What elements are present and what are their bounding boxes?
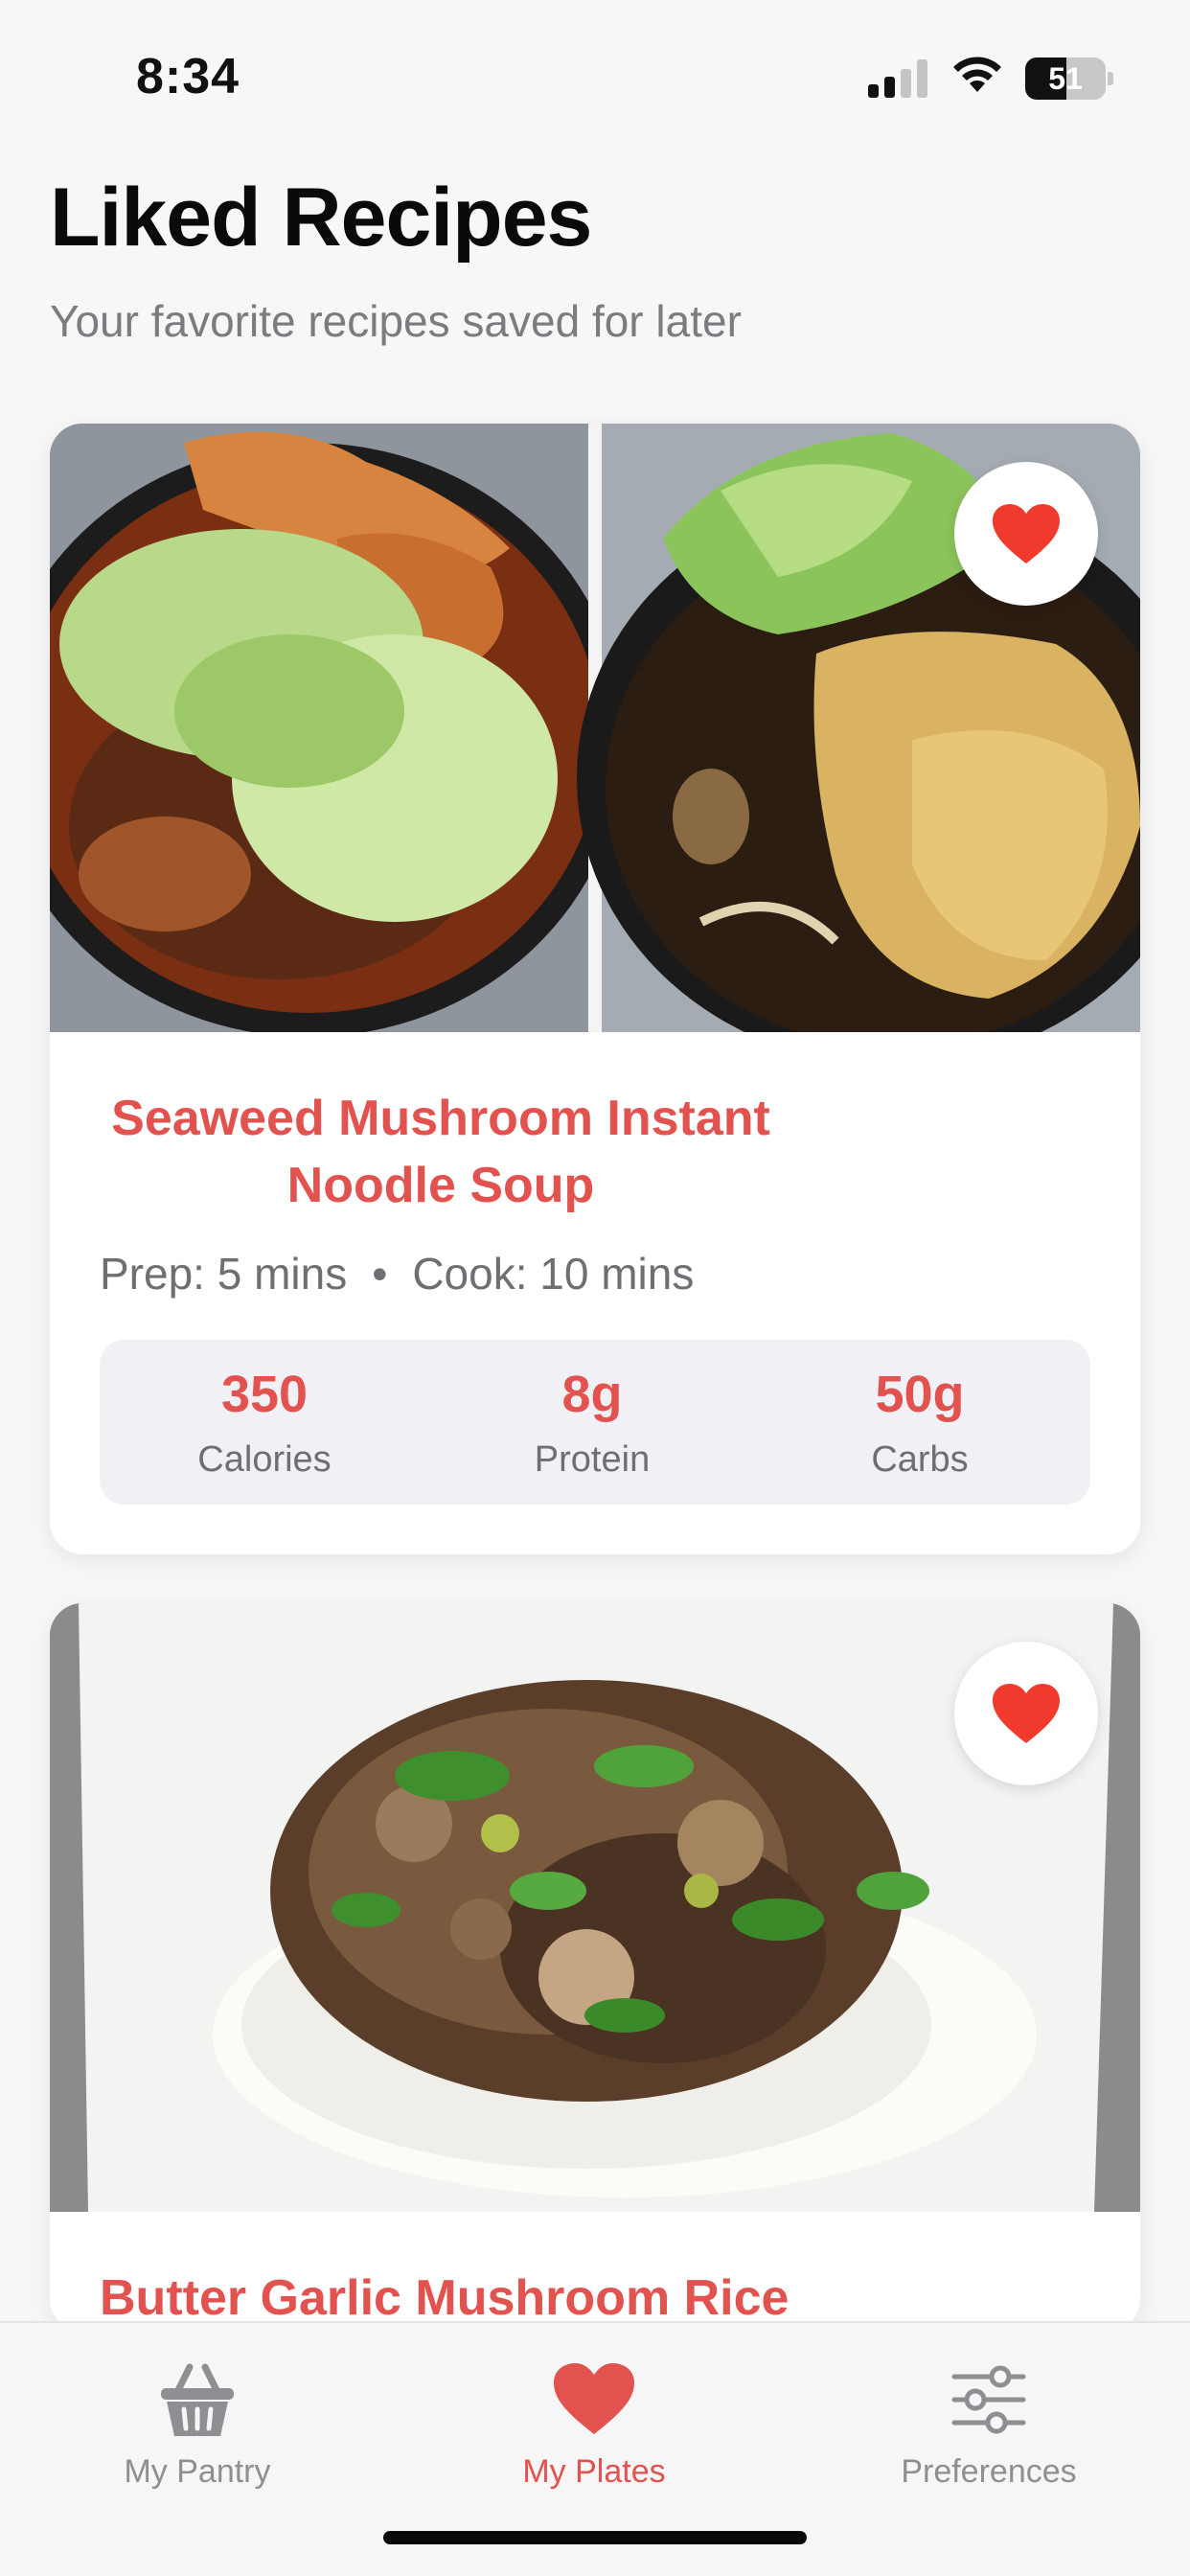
nutrition-value: 50g: [875, 1366, 965, 1423]
sliders-icon: [951, 2365, 1026, 2434]
recipe-card[interactable]: Butter Garlic Mushroom Rice: [50, 1603, 1140, 2332]
recipe-card[interactable]: Seaweed Mushroom Instant Noodle Soup Pre…: [50, 424, 1140, 1554]
status-time: 8:34: [136, 49, 240, 104]
tab-preferences[interactable]: Preferences: [797, 2342, 1180, 2505]
separator-dot: •: [372, 1249, 388, 1299]
nutrition-value: 350: [220, 1366, 309, 1423]
recipe-image: [50, 1603, 1140, 2212]
nutrition-protein: 8g Protein: [429, 1340, 755, 1505]
cellular-signal-icon: [868, 59, 929, 98]
battery-icon: 51: [1025, 58, 1113, 100]
tab-my-pantry[interactable]: My Pantry: [6, 2342, 389, 2505]
heart-filled-icon: [993, 1684, 1060, 1743]
nutrition-label: Protein: [534, 1439, 651, 1480]
nutrition-value: 8g: [561, 1366, 623, 1423]
tab-my-plates[interactable]: My Plates: [402, 2342, 786, 2505]
heart-icon: [554, 2363, 634, 2434]
recipe-image: [50, 424, 1140, 1032]
cook-time: Cook: 10 mins: [412, 1249, 695, 1299]
tab-label: My Pantry: [124, 2453, 271, 2490]
recipe-times: Prep: 5 mins • Cook: 10 mins: [100, 1248, 694, 1300]
tab-label: Preferences: [901, 2453, 1077, 2490]
basket-icon: [161, 2363, 234, 2436]
like-button[interactable]: [954, 1642, 1098, 1785]
nutrition-summary: 350 Calories 8g Protein 50g Carbs: [100, 1340, 1090, 1505]
home-indicator: [383, 2531, 807, 2544]
wifi-icon: [953, 57, 1001, 92]
recipe-title[interactable]: Seaweed Mushroom Instant Noodle Soup: [50, 1085, 832, 1219]
battery-percentage: 51: [1048, 61, 1083, 96]
tab-label: My Plates: [522, 2453, 666, 2490]
like-button[interactable]: [954, 462, 1098, 606]
status-bar: 8:34 51: [0, 0, 1190, 144]
nutrition-label: Calories: [197, 1439, 332, 1480]
nutrition-calories: 350 Calories: [102, 1340, 427, 1505]
nutrition-carbs: 50g Carbs: [757, 1340, 1083, 1505]
page-title: Liked Recipes: [50, 172, 592, 264]
nutrition-label: Carbs: [871, 1439, 969, 1480]
prep-time: Prep: 5 mins: [100, 1249, 348, 1299]
heart-filled-icon: [993, 504, 1060, 564]
page-subtitle: Your favorite recipes saved for later: [50, 296, 742, 346]
liked-recipes-screen: 8:34 51 Liked Recipes Your favorite reci…: [0, 0, 1190, 2576]
